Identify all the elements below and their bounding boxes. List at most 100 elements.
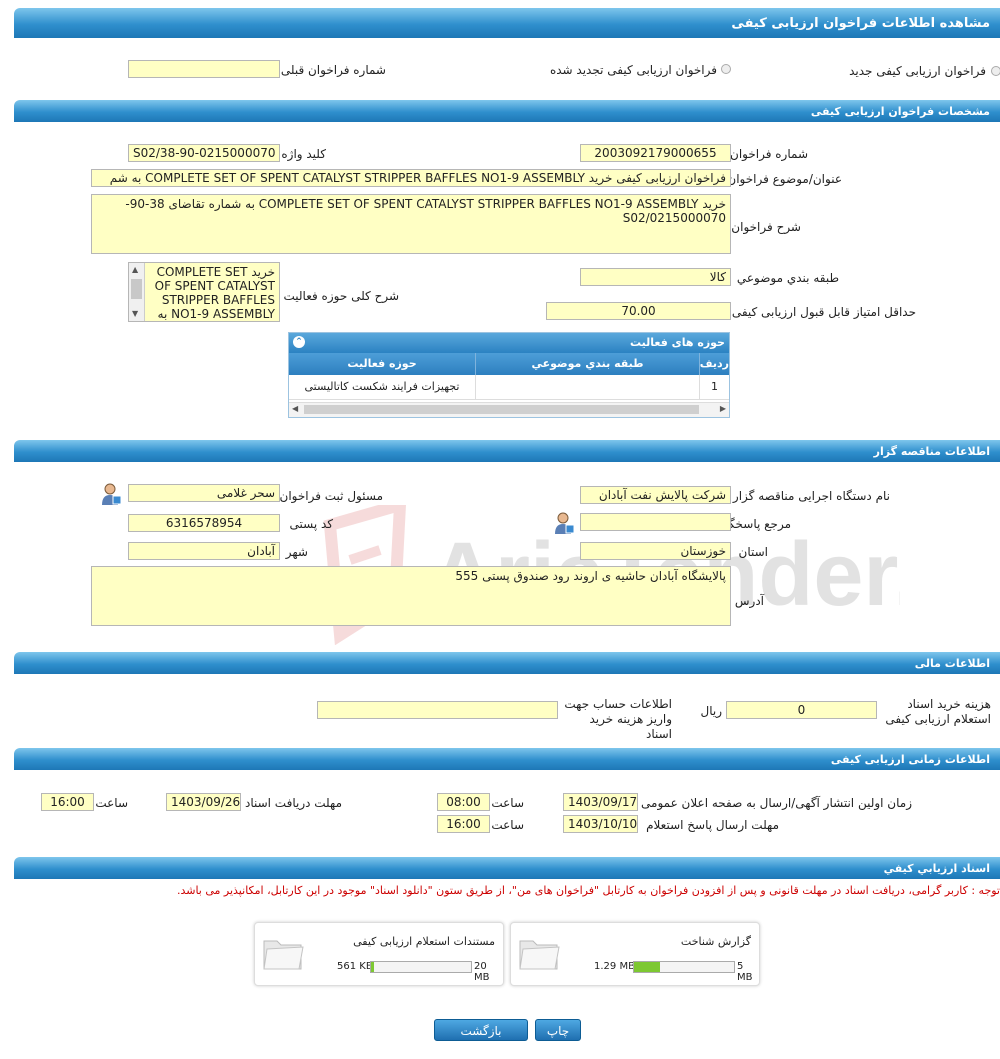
subject-label: عنوان/موضوع فراخوان (727, 172, 842, 186)
registrar-label: مسئول ثبت فراخوان (279, 489, 384, 503)
publish-date-label: زمان اولین انتشار آگهی/ارسال به صفحه اعل… (641, 796, 912, 810)
fee-field[interactable]: 0 (726, 701, 877, 719)
responder-field[interactable] (580, 513, 731, 531)
cell-category (475, 375, 699, 399)
radio-renewed-label: فراخوان ارزیابی کیفی تجدید شده (549, 63, 717, 77)
reply-deadline-time-field[interactable]: 16:00 (437, 815, 490, 833)
call-number-field[interactable]: 2003092179000655 (580, 144, 731, 162)
col-header-activity[interactable]: حوزه فعاليت (289, 353, 475, 375)
user-lookup-icon[interactable] (100, 482, 122, 506)
financial-section-title: اطلاعات مالی (914, 657, 990, 670)
registrar-field[interactable]: سحر غلامی (128, 484, 280, 502)
publish-hour-label: ساعت (491, 796, 524, 810)
documents-section-title: اسناد ارزيابي کيفي (883, 862, 990, 875)
col-header-category[interactable]: طبقه بندي موضوعي (475, 353, 699, 375)
description-field[interactable]: خرید COMPLETE SET OF SPENT CATALYST STRI… (91, 194, 731, 254)
fee-label: هزینه خرید اسناد استعلام ارزیابی کیفی (885, 697, 991, 726)
call-number-label: شماره فراخوان (730, 147, 808, 161)
file-max-size: 20 MB (474, 961, 490, 983)
download-note: توجه : کاربر گرامی، دریافت اسناد در مهلت… (176, 884, 1000, 897)
reply-deadline-label: مهلت ارسال پاسخ استعلام (646, 818, 779, 832)
province-field[interactable]: خوزستان (580, 542, 731, 560)
file-name[interactable]: مستندات استعلام ارزیابی کیفی (353, 935, 495, 948)
prev-call-number-label: شماره فراخوان قبلی (280, 63, 386, 77)
activity-grid-title: حوزه های فعالیت (630, 336, 725, 349)
postal-code-label: کد پستی (289, 517, 334, 531)
file-size-bar (633, 961, 735, 973)
folder-icon (263, 940, 304, 970)
organizer-section-header: اطلاعات مناقصه گزار (14, 440, 1000, 462)
activity-grid-header: رديف طبقه بندي موضوعي حوزه فعاليت (289, 353, 729, 375)
timing-section-header: اطلاعات زمانی ارزیابی کیفی (14, 748, 1000, 770)
col-header-row[interactable]: رديف (699, 353, 729, 375)
scroll-left-icon[interactable]: ◀ (292, 404, 298, 413)
publish-time-field[interactable]: 08:00 (437, 793, 490, 811)
file-max-size: 5 MB (737, 961, 753, 983)
organizer-section-title: اطلاعات مناقصه گزار (873, 445, 990, 458)
account-label: اطلاعات حساب جهت واریز هزینه خرید اسناد (564, 697, 672, 741)
docs-deadline-time-field[interactable]: 16:00 (41, 793, 94, 811)
activity-grid: حوزه های فعالیت ⌃ رديف طبقه بندي موضوعي … (288, 332, 730, 418)
scroll-right-icon[interactable]: ▶ (720, 404, 726, 413)
keyword-label: کلید واژه (281, 147, 326, 161)
prev-call-number-field[interactable] (128, 60, 280, 78)
publish-date-field[interactable]: 1403/09/17 (563, 793, 638, 811)
cell-activity: تجهیزات فرایند شکست کاتالیستی (304, 380, 460, 393)
file-name[interactable]: گزارش شناخت (681, 935, 751, 948)
min-score-field[interactable]: 70.00 (546, 302, 731, 320)
city-label: شهر (285, 545, 308, 559)
print-button[interactable]: چاپ (535, 1019, 581, 1041)
financial-section-header: اطلاعات مالی (14, 652, 1000, 674)
scroll-thumb[interactable] (131, 279, 142, 299)
account-field[interactable] (317, 701, 558, 719)
subject-field[interactable]: فراخوان ارزیابی کیفی خرید COMPLETE SET O… (91, 169, 731, 187)
page-title: مشاهده اطلاعات فراخوان ارزیابی کیفی (731, 16, 990, 31)
radio-renewed-call[interactable] (721, 64, 731, 74)
category-label: طبقه بندي موضوعي (736, 271, 839, 285)
city-field[interactable]: آبادان (128, 542, 280, 560)
description-label: شرح فراخوان (731, 220, 801, 234)
postal-code-field[interactable]: 6316578954 (128, 514, 280, 532)
file-size-bar (370, 961, 472, 973)
activity-label: شرح کلی حوزه فعالیت (283, 289, 400, 303)
org-name-label: نام دستگاه اجرایی مناقصه گزار (732, 489, 890, 503)
table-row[interactable]: 1 تجهیزات فرایند شکست کاتالیستی (289, 375, 729, 400)
scroll-up-icon[interactable]: ▲ (132, 265, 138, 274)
scroll-down-icon[interactable]: ▼ (132, 309, 138, 318)
org-name-field[interactable]: شرکت پالایش نفت آبادان (580, 486, 731, 504)
timing-section-title: اطلاعات زمانی ارزیابی کیفی (830, 753, 990, 766)
radio-new-call[interactable] (991, 66, 1000, 76)
back-button[interactable]: بازگشت (434, 1019, 528, 1041)
cell-row-number: 1 (699, 375, 729, 399)
radio-new-label: فراخوان ارزیابی کیفی جدید (849, 64, 986, 78)
grid-hscrollbar[interactable]: ◀ ▶ (289, 402, 729, 417)
file-card[interactable]: گزارش شناخت 1.29 MB 5 MB (510, 922, 760, 986)
activity-field[interactable]: خرید COMPLETE SET OF SPENT CATALYST STRI… (128, 262, 280, 322)
scroll-thumb[interactable] (304, 405, 699, 414)
reply-deadline-date-field[interactable]: 1403/10/10 (563, 815, 638, 833)
folder-icon (519, 940, 560, 970)
keyword-field[interactable]: S02/38-90-0215000070 (128, 144, 280, 162)
user-lookup-icon[interactable] (553, 511, 575, 535)
activity-text: خرید COMPLETE SET OF SPENT CATALYST STRI… (154, 265, 275, 321)
file-size-bar-fill (634, 962, 660, 972)
documents-section-header: اسناد ارزيابي کيفي (14, 857, 1000, 879)
file-size-bar-fill (371, 962, 374, 972)
category-field[interactable]: کالا (580, 268, 731, 286)
page-header: مشاهده اطلاعات فراخوان ارزیابی کیفی (14, 8, 1000, 38)
file-card[interactable]: مستندات استعلام ارزیابی کیفی 561 KB 20 M… (254, 922, 504, 986)
currency-label: ریال (700, 704, 722, 718)
docs-deadline-date-field[interactable]: 1403/09/26 (166, 793, 241, 811)
docs-deadline-hour-label: ساعت (95, 796, 128, 810)
reply-hour-label: ساعت (491, 818, 524, 832)
address-field[interactable]: پالایشگاه آبادان حاشیه ی اروند رود صندوق… (91, 566, 731, 626)
min-score-label: حداقل امتیاز قابل قبول ارزیابی کیفی (731, 305, 916, 319)
file-size: 1.29 MB (594, 961, 635, 972)
specs-section-title: مشخصات فراخوان ارزیابی کیفی (810, 105, 990, 118)
address-label: آدرس (734, 594, 764, 608)
file-size: 561 KB (337, 961, 373, 972)
collapse-icon[interactable]: ⌃ (293, 336, 305, 348)
province-label: استان (738, 545, 768, 559)
docs-deadline-label: مهلت دریافت اسناد (244, 796, 342, 810)
activity-scrollbar[interactable]: ▲ ▼ (129, 263, 145, 321)
